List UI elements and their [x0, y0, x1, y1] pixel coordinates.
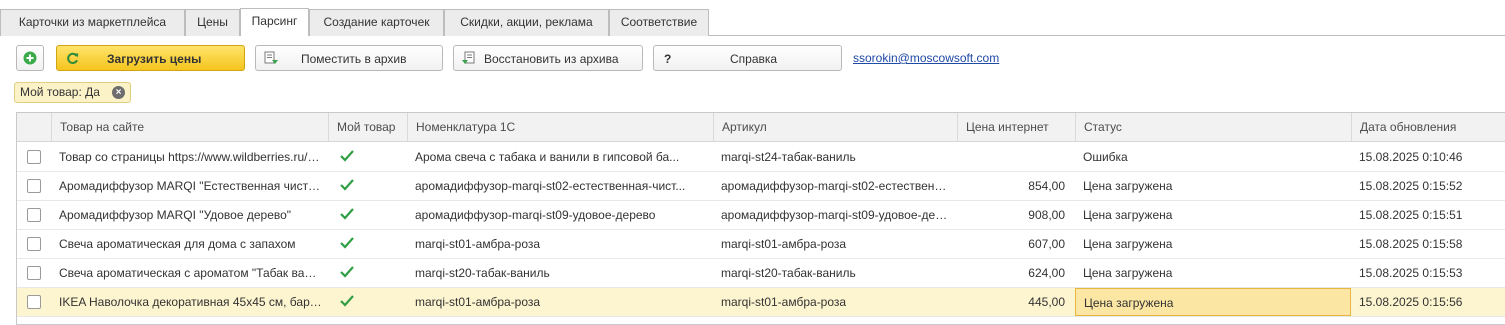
article-cell: аромадиффузор-marqi-st02-естественная	[721, 179, 955, 193]
header-checkbox[interactable]	[17, 113, 51, 142]
product-cell: IKEA Наволочка декоративная 45х45 см, ба…	[59, 295, 328, 309]
date-cell: 15.08.2025 0:15:52	[1359, 179, 1463, 193]
price-cell	[957, 143, 1075, 171]
nomenclature-cell: Арома свеча с табака и ванили в гипсовой…	[415, 150, 680, 164]
table-header: Товар на сайте Мой товар Номенклатура 1С…	[17, 113, 1505, 142]
article-cell: marqi-st24-табак-ваниль	[721, 150, 856, 164]
row-checkbox[interactable]	[27, 208, 41, 222]
status-cell: Ошибка	[1083, 150, 1128, 164]
table-row[interactable]: Аромадиффузор MARQI "Удовое дерево" аром…	[17, 201, 1505, 230]
restore-icon	[462, 51, 475, 64]
price-cell: 854,00	[1028, 179, 1065, 193]
parsing-table: Товар на сайте Мой товар Номенклатура 1С…	[16, 112, 1505, 325]
product-cell: Свеча ароматическая с ароматом "Табак ва…	[59, 266, 328, 280]
price-cell: 607,00	[1028, 237, 1065, 251]
header-nomenclature[interactable]: Номенклатура 1С	[407, 113, 713, 142]
archive-button[interactable]: Поместить в архив	[255, 45, 443, 71]
date-cell: 15.08.2025 0:15:51	[1359, 208, 1463, 222]
header-status[interactable]: Статус	[1075, 113, 1351, 142]
tab-bar: Карточки из маркетплейса Цены Парсинг Со…	[0, 0, 1505, 36]
nomenclature-cell: marqi-st01-амбра-роза	[415, 295, 541, 309]
row-checkbox[interactable]	[27, 266, 41, 280]
article-cell: marqi-st20-табак-ваниль	[721, 266, 856, 280]
tab-discounts[interactable]: Скидки, акции, реклама	[444, 9, 609, 36]
nomenclature-cell: аромадиффузор-marqi-st02-естественная-чи…	[415, 179, 686, 193]
table-row[interactable]: Свеча ароматическая с ароматом "Табак ва…	[17, 259, 1505, 288]
row-checkbox[interactable]	[27, 295, 41, 309]
row-checkbox[interactable]	[27, 237, 41, 251]
header-my-product[interactable]: Мой товар	[328, 113, 407, 142]
article-cell: marqi-st01-амбра-роза	[721, 295, 847, 309]
row-checkbox[interactable]	[27, 150, 41, 164]
date-cell: 15.08.2025 0:15:53	[1359, 266, 1463, 280]
article-cell: marqi-st01-амбра-роза	[721, 237, 847, 251]
product-cell: Аромадиффузор MARQI "Удовое дерево"	[59, 208, 292, 222]
filter-chip[interactable]: Мой товар: Да ×	[14, 82, 131, 103]
archive-label: Поместить в архив	[301, 52, 407, 66]
user-email-link[interactable]: ssorokin@moscowsoft.com	[853, 51, 999, 65]
filter-chip-label: Мой товар: Да	[20, 85, 100, 99]
header-update-date[interactable]: Дата обновления	[1351, 113, 1505, 142]
status-cell: Цена загружена	[1083, 266, 1173, 280]
checkmark-icon	[340, 266, 354, 278]
product-cell: Аромадиффузор MARQI "Естественная чистот…	[59, 179, 328, 193]
tab-matching[interactable]: Соответствие	[609, 9, 709, 36]
status-cell[interactable]: Цена загружена	[1075, 288, 1351, 316]
status-cell: Цена загружена	[1083, 208, 1173, 222]
load-prices-button[interactable]: Загрузить цены	[56, 45, 245, 71]
status-cell: Цена загружена	[1083, 237, 1173, 251]
plus-circle-icon	[23, 51, 37, 65]
checkmark-icon	[340, 208, 354, 220]
table-row[interactable]: Товар со страницы https://www.wildberrie…	[17, 143, 1505, 172]
restore-label: Восстановить из архива	[484, 52, 619, 66]
restore-button[interactable]: Восстановить из архива	[453, 45, 643, 71]
date-cell: 15.08.2025 0:10:46	[1359, 150, 1463, 164]
nomenclature-cell: marqi-st20-табак-ваниль	[415, 266, 550, 280]
help-button[interactable]: ? Справка	[653, 45, 842, 71]
close-icon[interactable]: ×	[112, 86, 125, 99]
price-cell: 908,00	[1028, 208, 1065, 222]
checkmark-icon	[340, 150, 354, 162]
table-row-selected[interactable]: IKEA Наволочка декоративная 45х45 см, ба…	[17, 288, 1505, 317]
date-cell: 15.08.2025 0:15:56	[1359, 295, 1463, 309]
header-article[interactable]: Артикул	[713, 113, 957, 142]
table-row[interactable]: Аромадиффузор MARQI "Естественная чистот…	[17, 172, 1505, 201]
tab-card-creation[interactable]: Создание карточек	[309, 9, 444, 36]
load-prices-label: Загрузить цены	[107, 52, 202, 66]
article-cell: аромадиффузор-marqi-st09-удовое-дерево	[721, 208, 957, 222]
row-checkbox[interactable]	[27, 179, 41, 193]
header-product[interactable]: Товар на сайте	[51, 113, 328, 142]
tab-marketplace-cards[interactable]: Карточки из маркетплейса	[0, 9, 185, 36]
table-row[interactable]: Свеча ароматическая для дома с запахом m…	[17, 230, 1505, 259]
tab-parsing[interactable]: Парсинг	[240, 8, 309, 36]
question-icon: ?	[664, 52, 672, 66]
checkmark-icon	[340, 179, 354, 191]
checkmark-icon	[340, 295, 354, 307]
nomenclature-cell: marqi-st01-амбра-роза	[415, 237, 541, 251]
price-cell: 624,00	[1028, 266, 1065, 280]
refresh-icon	[67, 52, 79, 64]
product-cell: Свеча ароматическая для дома с запахом	[59, 237, 296, 251]
price-cell: 445,00	[1028, 295, 1065, 309]
tab-prices[interactable]: Цены	[185, 9, 240, 36]
header-price[interactable]: Цена интернет	[957, 113, 1075, 142]
add-button[interactable]	[16, 45, 44, 71]
help-label: Справка	[730, 52, 778, 66]
product-cell: Товар со страницы https://www.wildberrie…	[59, 150, 328, 164]
archive-icon	[264, 51, 278, 64]
status-cell: Цена загружена	[1083, 179, 1173, 193]
checkmark-icon	[340, 237, 354, 249]
date-cell: 15.08.2025 0:15:58	[1359, 237, 1463, 251]
nomenclature-cell: аромадиффузор-marqi-st09-удовое-дерево	[415, 208, 656, 222]
